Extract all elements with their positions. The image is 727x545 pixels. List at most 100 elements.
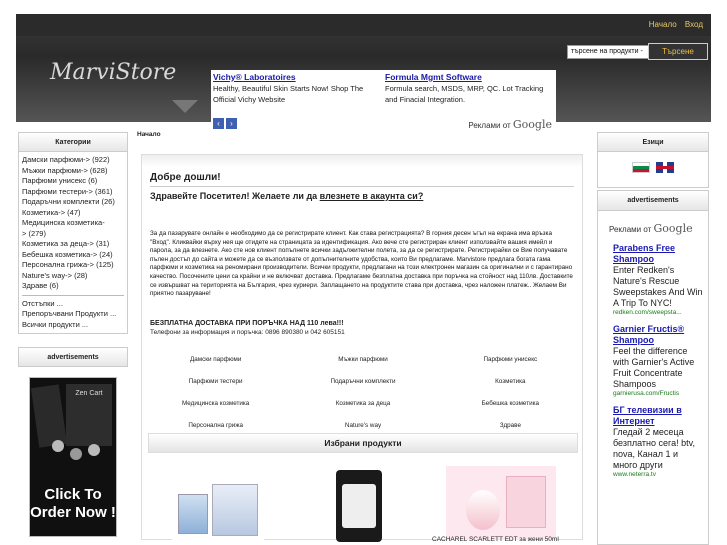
google-ad-url[interactable]: www.neterra.tv (613, 471, 704, 478)
category-item[interactable]: Здраве (6) (22, 281, 124, 292)
google-ad[interactable]: Parabens Free Shampoo Enter Redken's Nat… (598, 243, 708, 316)
login-link[interactable]: Вход (685, 20, 703, 29)
product-image-cacharel[interactable] (446, 466, 556, 540)
all-products-link[interactable]: Всички продукти ... (22, 320, 124, 331)
cat-link[interactable]: Мъжки парфюми (289, 348, 436, 370)
category-links-grid: Дамски парфюми Мъжки парфюми Парфюми уни… (142, 348, 584, 436)
google-ad-text: Enter Redken's Nature's Rescue Sweepstak… (613, 265, 703, 308)
cat-link[interactable]: Козметика за деца (289, 392, 436, 414)
product-image-givenchy[interactable] (336, 470, 382, 542)
phones-text: Телефони за информация и поръчка: 0896 8… (150, 328, 345, 336)
language-flags (597, 152, 709, 188)
bulgarian-flag-icon[interactable] (631, 162, 650, 173)
google-ad-title[interactable]: БГ телевизии в Интернет (613, 405, 704, 427)
english-flag-icon[interactable] (656, 162, 675, 173)
top-ad-2-text: Formula search, MSDS, MRP, QC. Lot Track… (385, 84, 544, 104)
breadcrumb[interactable]: Начало (137, 131, 161, 138)
decor-sphere-icon (52, 440, 64, 452)
logo-triangle-icon (172, 100, 198, 113)
google-ad-text: Feel the difference with Garnier's Activ… (613, 346, 695, 389)
category-item[interactable]: Парфюми тестери-> (361) (22, 187, 124, 198)
top-links: Начало Вход (643, 20, 703, 29)
google-ad-url[interactable]: garnierusa.com/Fructis (613, 390, 704, 397)
left-column: Категории Дамски парфюми-> (922) Мъжки п… (18, 132, 128, 334)
ad-prev-icon[interactable]: ‹ (213, 118, 224, 129)
google-ad[interactable]: Garnier Fructis® Shampoo Feel the differ… (598, 324, 708, 397)
google-ad-title[interactable]: Parabens Free Shampoo (613, 243, 704, 265)
category-item[interactable]: Подаръчни комплекти (26) (22, 197, 124, 208)
perfume-bottle-icon (178, 494, 208, 534)
delivery-info: БЕЗПЛАТНА ДОСТАВКА ПРИ ПОРЪЧКА НАД 110 л… (142, 319, 582, 337)
category-item[interactable]: Козметика-> (47) (22, 208, 124, 219)
featured-products-heading: Избрани продукти (148, 433, 578, 453)
content-shade (142, 155, 582, 167)
category-item[interactable]: Nature's way-> (28) (22, 271, 124, 282)
ads-by-google[interactable]: Реклами от Google (468, 118, 552, 131)
login-account-link[interactable]: влезнете в акаунта си? (320, 191, 424, 201)
perfume-bottle-icon (342, 484, 376, 528)
decor-sphere-icon (88, 444, 100, 456)
top-ad-banner: Vichy® Laboratoires Healthy, Beautiful S… (211, 70, 556, 131)
greeting-text: Здравейте Посетител! Желаете ли да (150, 191, 320, 201)
search-input[interactable]: търсене на продукти - (567, 45, 654, 59)
category-item[interactable]: Бебешка козметика-> (24) (22, 250, 124, 261)
ads-by-google-right[interactable]: Реклами от Google (598, 211, 708, 235)
zen-box-side (30, 384, 68, 448)
cat-link[interactable]: Медицинска козметика (142, 392, 289, 414)
cat-link[interactable]: Бебешка козметика (437, 392, 584, 414)
welcome-title: Добре дошли! (150, 172, 574, 187)
google-ad-url[interactable]: redken.com/sweepsta... (613, 309, 704, 316)
product-caption[interactable]: CACHAREL SCARLETT EDT за жени 50ml (432, 536, 559, 543)
languages-heading: Езици (597, 132, 709, 152)
google-logo: Google (512, 118, 552, 131)
top-ad-2-title[interactable]: Formula Mgmt Software (385, 72, 550, 82)
specials-link[interactable]: Отстъпки ... (22, 299, 124, 310)
free-delivery-text: БЕЗПЛАТНА ДОСТАВКА ПРИ ПОРЪЧКА НАД 110 л… (150, 319, 344, 327)
categories-divider (22, 294, 124, 296)
featured-products-link[interactable]: Препоръчвани Продукти ... (22, 309, 124, 320)
cat-link[interactable]: Парфюми унисекс (437, 348, 584, 370)
right-ads-heading: advertisements (598, 191, 708, 211)
right-advertisements: advertisements Реклами от Google Paraben… (597, 190, 709, 545)
google-logo: Google (653, 222, 693, 235)
ad-next-icon[interactable]: › (226, 118, 237, 129)
perfume-box-icon (506, 476, 546, 528)
decor-sphere-icon (70, 448, 82, 460)
home-link[interactable]: Начало (649, 20, 677, 29)
category-item[interactable]: > (279) (22, 229, 124, 240)
top-ad-1-title[interactable]: Vichy® Laboratoires (213, 72, 378, 82)
category-item[interactable]: Мъжки парфюми-> (628) (22, 166, 124, 177)
ads-by-label: Реклами от (468, 121, 511, 130)
left-advertisements: advertisements Zen Cart Click To Order N… (18, 347, 128, 537)
category-item[interactable]: Дамски парфюми-> (922) (22, 155, 124, 166)
google-ad-text: Гледай 2 месеца безплатно сега! btv, nov… (613, 427, 695, 470)
perfume-bottle-icon (466, 490, 500, 530)
cat-link[interactable]: Подаръчни комплекти (289, 370, 436, 392)
zen-cart-ad[interactable]: Zen Cart Click To Order Now ! (29, 377, 117, 537)
intro-paragraph: За да пазарувате онлайн е необходимо да … (150, 230, 573, 298)
category-item[interactable]: Персонална грижа-> (125) (22, 260, 124, 271)
google-ad[interactable]: БГ телевизии в Интернет Гледай 2 месеца … (598, 405, 708, 478)
perfume-box-icon (212, 484, 258, 536)
search-button[interactable]: Търсене (648, 43, 708, 60)
category-item[interactable]: Козметика за деца-> (31) (22, 239, 124, 250)
ad-arrows: ‹ › (213, 118, 239, 129)
top-ad-1-text: Healthy, Beautiful Skin Starts Now! Shop… (213, 84, 364, 104)
left-ads-heading: advertisements (18, 347, 128, 367)
google-ad-title[interactable]: Garnier Fructis® Shampoo (613, 324, 704, 346)
top-ad-1[interactable]: Vichy® Laboratoires Healthy, Beautiful S… (213, 72, 378, 105)
site-logo[interactable]: MarviStore (50, 60, 176, 85)
zen-order-cta[interactable]: Click To Order Now ! (30, 486, 116, 522)
ads-by-label: Реклами от (609, 225, 652, 234)
category-item[interactable]: Медицинска козметика- (22, 218, 124, 229)
categories-heading: Категории (18, 132, 128, 152)
category-item[interactable]: Парфюми унисекс (6) (22, 176, 124, 187)
site-header: Начало Вход MarviStore търсене на продук… (16, 14, 711, 131)
header-top-bar: Начало Вход (16, 14, 711, 36)
cat-link[interactable]: Козметика (437, 370, 584, 392)
top-ad-2[interactable]: Formula Mgmt Software Formula search, MS… (385, 72, 550, 105)
product-image-bvlgari[interactable] (172, 480, 264, 540)
cat-link[interactable]: Парфюми тестери (142, 370, 289, 392)
cat-link[interactable]: Дамски парфюми (142, 348, 289, 370)
welcome-section: Добре дошли! Здравейте Посетител! Желает… (142, 167, 582, 206)
